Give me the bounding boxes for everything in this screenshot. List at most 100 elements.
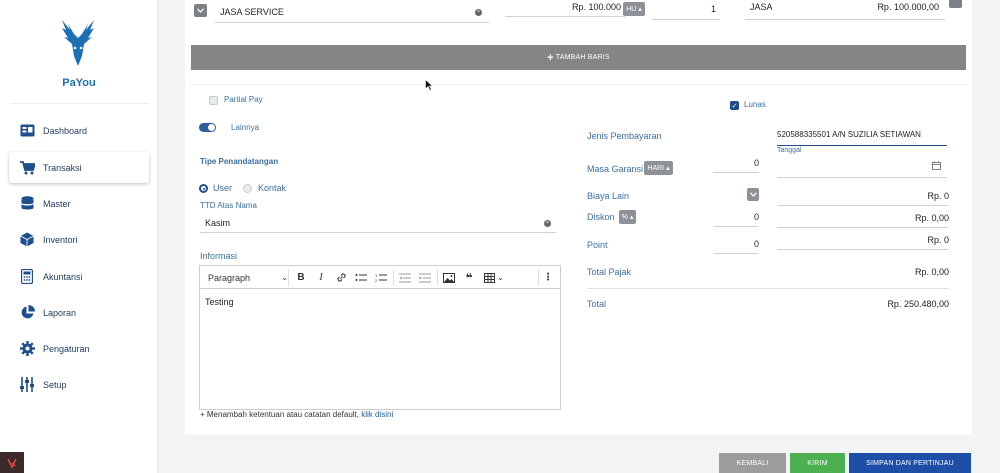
bold-icon[interactable]: B <box>294 271 308 284</box>
lainnya-label: Lainnya <box>231 123 260 132</box>
item-name-field[interactable]: JASA SERVICE × <box>215 2 489 23</box>
image-icon[interactable] <box>442 271 456 284</box>
lunas-label: Lunas <box>744 100 766 109</box>
point-value-field: Rp. 0 <box>777 230 949 250</box>
sidebar-item-label: Transaksi <box>43 162 82 173</box>
indent-icon[interactable] <box>418 271 432 284</box>
default-notes-hint: + Menambah ketentuan atau catatan defaul… <box>200 410 394 419</box>
partial-pay-checkbox[interactable] <box>209 96 218 105</box>
sidebar-item-master[interactable]: Master <box>9 188 149 219</box>
item-qty-field[interactable]: 1 <box>652 0 720 20</box>
masa-unit-dropdown[interactable]: HARI ▴ <box>644 161 673 175</box>
numbered-list-icon[interactable]: 12 <box>374 271 388 284</box>
sidebar-item-label: Master <box>43 198 71 209</box>
rich-text-editor: Paragraph ⌄ B I 12 ❝ ⌄ ⋮ Testing <box>199 265 561 410</box>
sidebar-item-label: Akuntansi <box>43 271 83 282</box>
caret-icon: ▴ <box>627 214 634 221</box>
database-icon <box>19 196 35 212</box>
more-options-icon[interactable]: ⋮ <box>542 271 554 284</box>
sidebar-divider <box>10 103 150 104</box>
total-pajak-label: Total Pajak <box>587 267 632 277</box>
total-value-field: Rp. 250.480,00 <box>887 299 949 309</box>
row-action-button[interactable] <box>949 0 962 8</box>
diskon-input[interactable]: 0 <box>713 209 759 227</box>
price-unit-dropdown[interactable]: HU ▴ <box>623 2 645 16</box>
editor-content[interactable]: Testing <box>205 297 234 307</box>
clear-icon[interactable]: × <box>475 9 482 16</box>
cart-icon <box>19 160 35 176</box>
toolbar-separator <box>288 269 289 286</box>
brand-name: PaYou <box>62 77 96 89</box>
sidebar-item-pengaturan[interactable]: Pengaturan <box>9 333 149 364</box>
point-input[interactable]: 0 <box>713 236 759 254</box>
sliders-icon <box>19 377 35 393</box>
jenis-pembayaran-input[interactable]: 520588335501 A/N SUZILIA SETIAWAN <box>777 125 947 146</box>
deer-head-icon <box>62 20 94 66</box>
masa-garansi-label: Masa Garansi <box>587 164 644 174</box>
mouse-cursor-icon <box>425 79 433 91</box>
biaya-lain-label: Biaya Lain <box>587 191 630 201</box>
lainnya-toggle[interactable] <box>199 123 216 132</box>
toolbar-separator <box>437 269 438 286</box>
total-label: Total <box>587 299 607 309</box>
tanggal-input[interactable] <box>777 157 947 178</box>
sidebar-item-akuntansi[interactable]: Akuntansi <box>9 261 149 292</box>
sidebar-item-setup[interactable]: Setup <box>9 369 149 400</box>
pie-chart-icon <box>19 305 35 321</box>
blockquote-icon[interactable]: ❝ <box>462 271 476 285</box>
sidebar-item-laporan[interactable]: Laporan <box>9 297 149 328</box>
radio-user-label: User <box>213 183 233 193</box>
caret-icon: ▴ <box>636 6 642 13</box>
radio-user[interactable] <box>199 184 208 193</box>
line-item-row: JASA SERVICE × Rp. 100.000 HU ▴ 1 JASA R… <box>185 0 972 26</box>
point-label: Point <box>587 240 608 250</box>
kirim-button[interactable]: KIRIM <box>790 453 845 473</box>
radio-kontak-label: Kontak <box>258 183 287 193</box>
lunas-checkbox[interactable]: ✓ <box>730 101 739 110</box>
total-pajak-value-field: Rp. 0,00 <box>914 267 949 277</box>
box-icon <box>19 232 35 248</box>
app-corner-icon[interactable] <box>0 452 24 473</box>
sidebar-item-label: Laporan <box>43 307 77 318</box>
item-unit-field[interactable]: JASA Rp. 100.000,00 <box>745 0 945 20</box>
radio-kontak[interactable] <box>243 184 252 193</box>
caret-icon: ▴ <box>664 165 670 172</box>
sidebar-item-inventori[interactable]: Inventori <box>9 224 149 255</box>
paragraph-select[interactable]: Paragraph ⌄ <box>208 271 288 284</box>
calendar-icon[interactable] <box>932 161 941 172</box>
sidebar-item-dashboard[interactable]: Dashboard <box>9 115 149 146</box>
item-price-field[interactable]: Rp. 100.000 <box>505 0 625 17</box>
tipe-penandatangan-label: Tipe Penandatangan <box>200 157 279 166</box>
masa-garansi-input[interactable]: 0 <box>713 155 759 173</box>
outdent-icon[interactable] <box>398 271 412 284</box>
diskon-unit-dropdown[interactable]: % ▴ <box>619 210 636 224</box>
calculator-icon <box>19 269 35 285</box>
klik-disini-link[interactable]: klik disini <box>361 410 393 419</box>
dashboard-icon <box>19 123 35 139</box>
ttd-input[interactable]: Kasim × <box>200 213 556 233</box>
biaya-lain-dropdown[interactable] <box>747 188 759 201</box>
sidebar: PaYou Dashboard Transaksi Master Invento… <box>0 0 158 473</box>
editor-toolbar: Paragraph ⌄ B I 12 ❝ ⌄ ⋮ <box>200 266 560 289</box>
ttd-label: TTD Atas Nama <box>200 201 257 210</box>
toolbar-separator <box>393 269 394 286</box>
informasi-label: Informasi <box>200 251 238 261</box>
clear-icon[interactable]: × <box>544 220 551 227</box>
sidebar-item-label: Setup <box>43 379 67 390</box>
bullet-list-icon[interactable] <box>354 271 368 284</box>
biaya-lain-value-field: Rp. 0 <box>777 186 949 206</box>
table-icon[interactable]: ⌄ <box>482 271 506 284</box>
kembali-button[interactable]: KEMBALI <box>719 453 786 473</box>
add-row-button[interactable]: + TAMBAH BARIS <box>191 45 966 70</box>
form-card: JASA SERVICE × Rp. 100.000 HU ▴ 1 JASA R… <box>185 0 972 435</box>
svg-text:2: 2 <box>375 278 378 283</box>
link-icon[interactable] <box>334 271 348 284</box>
expand-row-button[interactable] <box>194 4 207 17</box>
diskon-label: Diskon <box>587 212 615 222</box>
italic-icon[interactable]: I <box>314 271 328 284</box>
tanggal-label: Tanggal <box>777 147 802 154</box>
simpan-pertinjau-button[interactable]: SIMPAN DAN PERTINJAU <box>849 453 971 473</box>
chevron-down-icon <box>749 192 757 197</box>
sidebar-item-transaksi[interactable]: Transaksi <box>9 152 149 183</box>
chevron-down-icon: ⌄ <box>497 273 504 282</box>
